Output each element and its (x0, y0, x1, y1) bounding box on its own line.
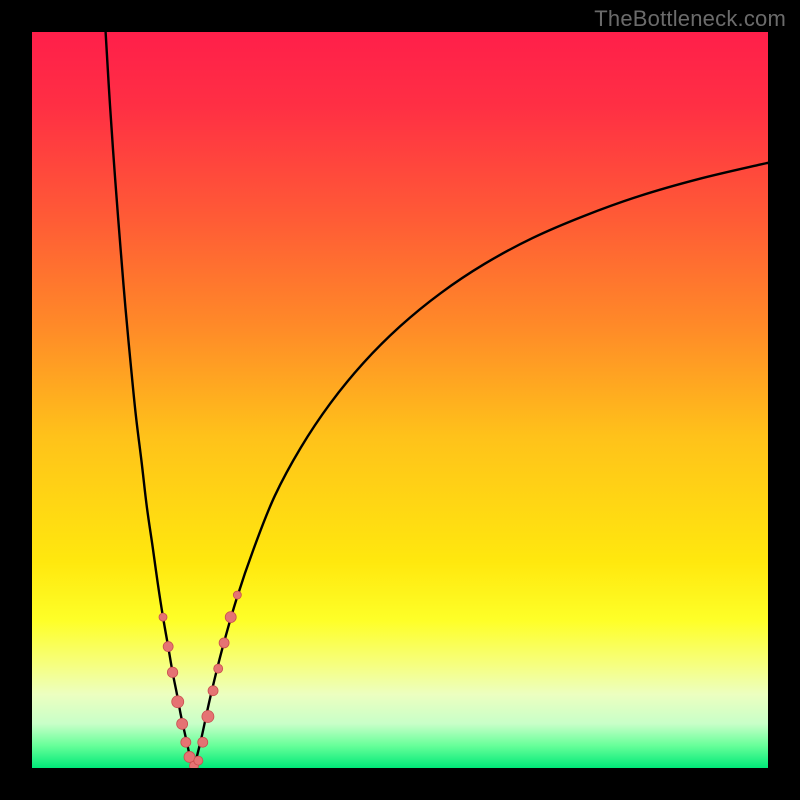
data-marker (194, 756, 203, 765)
data-marker (167, 667, 177, 677)
data-marker (208, 686, 218, 696)
data-marker (163, 642, 173, 652)
data-marker (219, 638, 229, 648)
data-marker (214, 664, 223, 673)
outer-frame: TheBottleneck.com (0, 0, 800, 800)
data-marker (225, 612, 236, 623)
data-marker (159, 613, 167, 621)
data-marker (177, 718, 188, 729)
data-marker (172, 696, 184, 708)
data-marker (233, 591, 241, 599)
data-marker (184, 751, 195, 762)
data-marker (202, 710, 214, 722)
data-marker (198, 737, 208, 747)
data-marker (181, 737, 191, 747)
chart-svg (32, 32, 768, 768)
watermark-text: TheBottleneck.com (594, 6, 786, 32)
plot-area (32, 32, 768, 768)
chart-background (32, 32, 768, 768)
